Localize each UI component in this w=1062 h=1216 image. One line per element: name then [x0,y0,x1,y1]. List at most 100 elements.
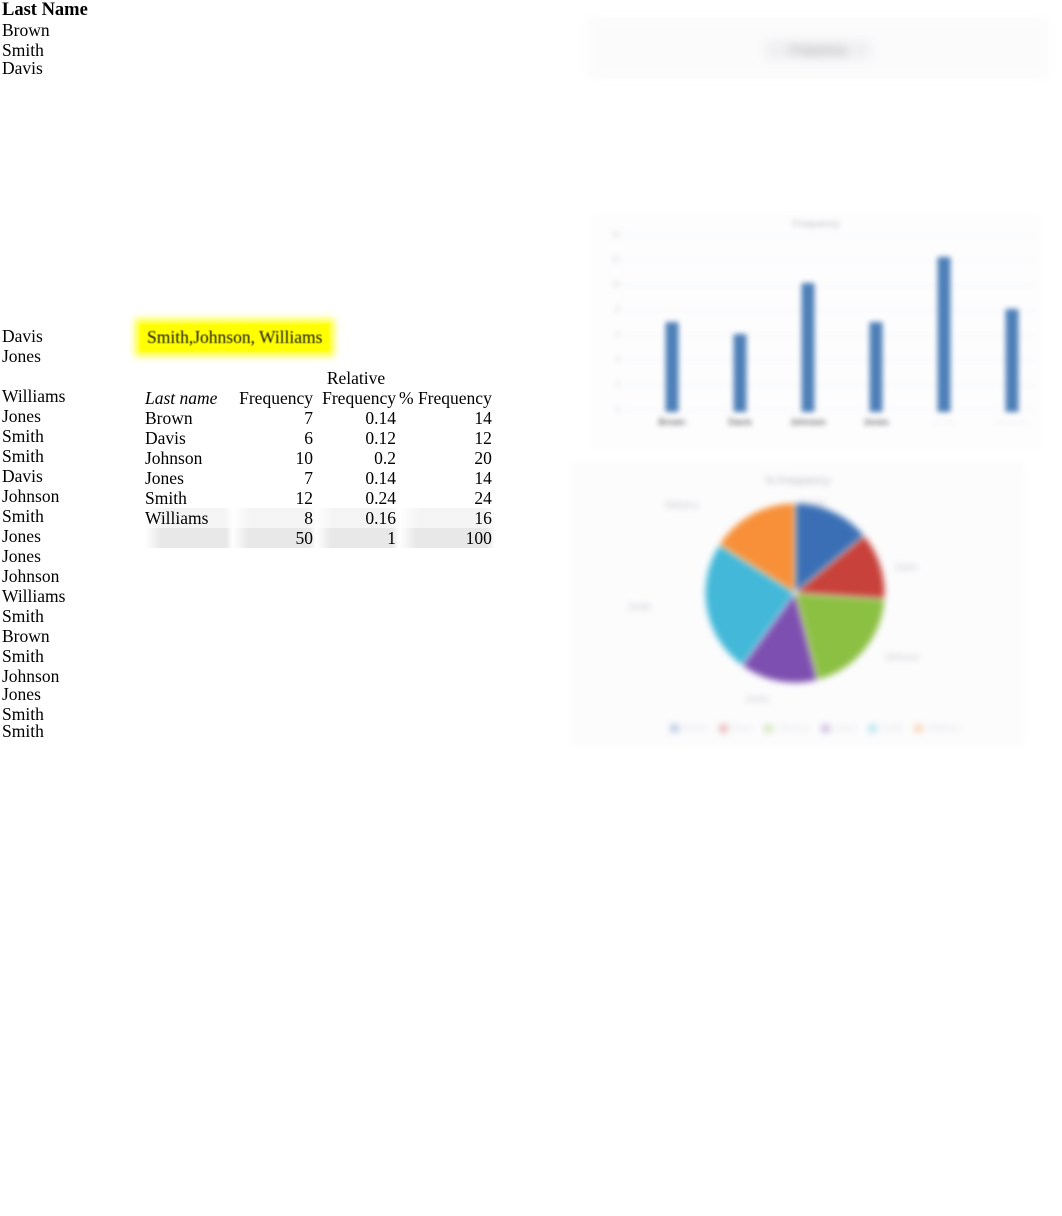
cell-relative-frequency: 0.16 [316,508,399,528]
legend-swatch-icon [718,723,728,733]
cell-last-name: Brown [145,408,193,428]
cell-relative-frequency: 0.24 [365,488,396,508]
cell-frequency: 7 [304,408,313,428]
table-header-top-row: Relative [145,368,495,388]
list-item: Smith [2,724,44,738]
cell-relative-frequency: 0.14 [365,408,396,428]
cell-totals-frequency: 50 [233,528,316,548]
list-item: Brown [2,626,50,646]
cell-last-name: Davis [145,428,186,448]
bar-group[interactable]: Williams [982,231,1042,428]
legend-label: Smith [880,723,904,733]
legend-entry[interactable]: Brown [670,723,708,733]
legend-swatch-icon [868,723,878,733]
bar-group[interactable]: Jones [846,231,906,428]
table-header-row: Last name Frequency Frequency % Frequenc… [145,388,495,408]
legend-entry[interactable]: Williams [914,723,960,733]
list-item: Williams [2,386,66,406]
frequency-distribution-table: Relative Last name Frequency Frequency %… [145,368,495,548]
list-item: Davis [2,466,43,486]
cell-relative-frequency: 0.14 [365,468,396,488]
bar-label: Smith [931,417,957,428]
spacer-cell [145,368,233,388]
bar[interactable] [1005,308,1019,412]
bar-chart-ytick: 4 [615,355,620,364]
top-chart-panel-title: Frequency [765,40,871,60]
cell-percent-frequency: 20 [474,448,492,468]
list-item: Smith [2,704,44,724]
bar-chart[interactable]: Frequency 14 12 10 8 6 4 2 0 Brown Davis… [590,213,1042,450]
raw-data-clipped-bottom: Smith [0,724,140,738]
cell-frequency: 8 [233,508,316,528]
bar-group[interactable]: Smith [914,231,974,428]
legend-swatch-icon [914,723,924,733]
pie-slice-label: Williams [665,500,699,510]
cell-last-name: Williams [145,508,233,528]
cell-totals-percent-frequency: 100 [399,528,495,548]
pie-slice-label: Smith [628,602,652,612]
list-item: Smith [2,446,44,466]
bar-label: Johnson [790,417,826,428]
column-header-last-name: Last name [145,388,218,408]
table-row: Brown 7 0.14 14 [145,408,495,428]
list-item: Williams [2,586,66,606]
raw-data-header: Last Name [2,0,88,20]
list-item: Davis [2,326,43,346]
list-item: Smith [2,646,44,666]
table-totals-row: 50 1 100 [145,528,495,548]
cell-last-name: Johnson [145,448,203,468]
list-item: Johnson [2,666,60,686]
legend-label: Jones [833,723,858,733]
cell-relative-frequency: 0.12 [365,428,396,448]
legend-entry[interactable]: Smith [868,723,903,733]
bar-group[interactable]: Brown [642,231,702,428]
cell-relative-frequency: 0.2 [374,448,396,468]
pie-slice-label: Davis [895,562,918,572]
bar-chart-ytick: 14 [611,230,620,239]
cell-percent-frequency: 12 [474,428,492,448]
bar-group[interactable]: Johnson [778,231,838,428]
pie-chart-graphic[interactable] [700,498,890,688]
column-header-relative-frequency: Frequency [322,388,396,408]
bar-label: Jones [863,417,889,428]
cell-last-name: Smith [145,488,187,508]
bar[interactable] [665,321,679,412]
cell-percent-frequency: 14 [474,408,492,428]
legend-label: Davis [730,723,754,733]
cell-percent-frequency: 14 [474,468,492,488]
list-item: Jones [2,526,41,546]
list-item: Jones [2,406,41,426]
bar-chart-title: Frequency [792,219,840,230]
highlighted-note: Smith,Johnson, Williams [140,324,330,351]
bar[interactable] [733,334,747,412]
bar-chart-ytick: 8 [615,305,620,314]
list-item: Brown [2,20,50,40]
list-item: Jones [2,346,41,366]
legend-entry[interactable]: Davis [718,723,754,733]
bar-chart-ytick: 6 [615,330,620,339]
spacer-cell [399,368,495,388]
list-item: Jones [2,546,41,566]
list-item: Davis [2,60,43,76]
table-row: Williams 8 0.16 16 [145,508,495,528]
legend-entry[interactable]: Jones [821,723,857,733]
cell-totals-relative-frequency: 1 [316,528,399,548]
bar-chart-ytick: 2 [615,380,620,389]
bar-group[interactable]: Davis [710,231,770,428]
cell-frequency: 7 [304,468,313,488]
bar-chart-ytick: 10 [611,280,620,289]
list-item: Johnson [2,566,60,586]
bar[interactable] [869,321,883,412]
bar[interactable] [937,256,951,412]
pie-chart[interactable]: % Frequency Brown Davis Johnson Jones Sm… [570,462,1025,747]
legend-entry[interactable]: Johnson [764,723,810,733]
top-chart-panel[interactable]: Frequency [588,18,1048,78]
bar-chart-plot-area: Brown Davis Johnson Jones Smith Williams [628,231,1036,428]
legend-label: Williams [926,723,960,733]
bar-chart-ytick: 12 [611,255,620,264]
legend-swatch-icon [670,723,680,733]
bar-label: Williams [994,417,1030,428]
legend-label: Brown [682,723,708,733]
table-row: Smith 12 0.24 24 [145,488,495,508]
bar[interactable] [801,282,815,412]
